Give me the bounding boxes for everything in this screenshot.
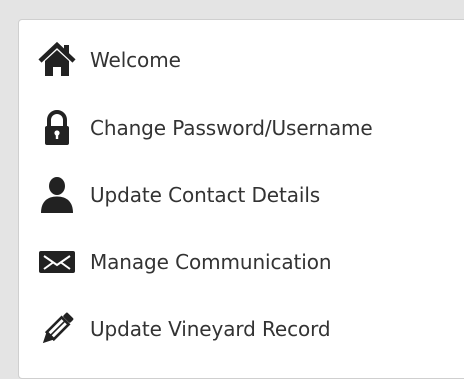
menu-item-change-password[interactable]: Change Password/Username (19, 108, 459, 148)
menu-item-label: Manage Communication (90, 250, 332, 274)
pencil-icon (37, 309, 77, 349)
menu-item-welcome[interactable]: Welcome (19, 40, 459, 80)
menu-item-manage-communication[interactable]: Manage Communication (19, 242, 459, 282)
account-menu-panel: Welcome Change Password/Username Update … (18, 19, 464, 379)
user-icon (37, 175, 77, 215)
menu-item-label: Update Contact Details (90, 183, 321, 207)
envelope-icon (37, 242, 77, 282)
menu-item-label: Welcome (90, 48, 181, 72)
menu-item-update-contact[interactable]: Update Contact Details (19, 175, 459, 215)
home-icon (37, 40, 77, 80)
lock-icon (37, 108, 77, 148)
menu-item-update-vineyard[interactable]: Update Vineyard Record (19, 309, 459, 349)
menu-item-label: Update Vineyard Record (90, 317, 331, 341)
menu-item-label: Change Password/Username (90, 116, 373, 140)
